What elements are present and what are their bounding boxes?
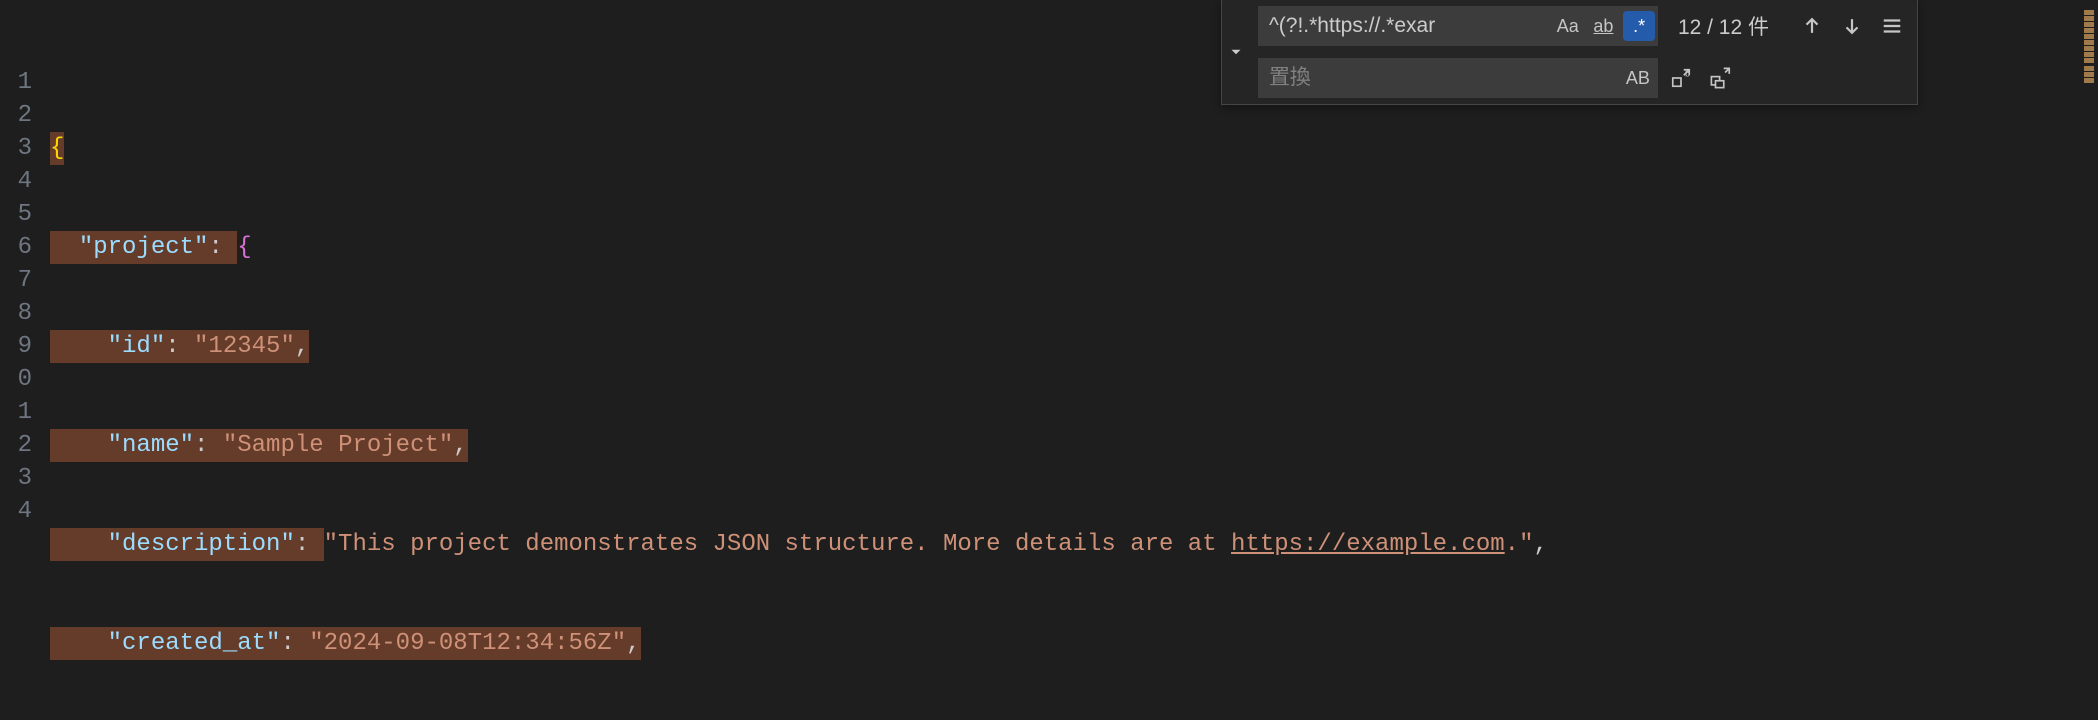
- code-line[interactable]: "description": "This project demonstrate…: [50, 528, 2098, 561]
- replace-input[interactable]: [1259, 66, 1619, 90]
- whole-word-toggle[interactable]: ab: [1588, 11, 1620, 41]
- match-case-toggle[interactable]: Aa: [1552, 11, 1584, 41]
- replace-icon: b: [1670, 67, 1692, 89]
- line-number: 1: [0, 396, 50, 429]
- search-input-container: Aa ab .*: [1258, 6, 1658, 46]
- code-line[interactable]: {: [50, 132, 2098, 165]
- line-number-gutter: 1 2 3 4 5 6 7 8 9 0 1 2 3 4: [0, 0, 50, 720]
- line-number: 1: [0, 66, 50, 99]
- code-line[interactable]: "project": {: [50, 231, 2098, 264]
- find-menu-button[interactable]: [1875, 9, 1909, 43]
- replace-all-icon: [1710, 67, 1732, 89]
- regex-toggle[interactable]: .*: [1623, 11, 1655, 41]
- line-number: 4: [0, 495, 50, 528]
- line-number: 5: [0, 198, 50, 231]
- line-number: 8: [0, 297, 50, 330]
- chevron-down-icon: [1227, 43, 1245, 61]
- scrollbar[interactable]: [2080, 0, 2098, 720]
- code-editor[interactable]: 1 2 3 4 5 6 7 8 9 0 1 2 3 4 { "project":…: [0, 0, 2098, 720]
- search-input[interactable]: [1259, 14, 1550, 38]
- replace-input-container: AB: [1258, 58, 1658, 98]
- code-line[interactable]: "name": "Sample Project",: [50, 429, 2098, 462]
- find-replace-widget: Aa ab .* 12 / 12 件 AB: [1221, 0, 1918, 105]
- line-number: 9: [0, 330, 50, 363]
- replace-one-button[interactable]: b: [1664, 61, 1698, 95]
- line-number: 4: [0, 165, 50, 198]
- line-number: 6: [0, 231, 50, 264]
- replace-all-button[interactable]: [1704, 61, 1738, 95]
- code-line[interactable]: "created_at": "2024-09-08T12:34:56Z",: [50, 627, 2098, 660]
- hamburger-icon: [1881, 15, 1903, 37]
- line-number: 3: [0, 132, 50, 165]
- arrow-down-icon: [1841, 15, 1863, 37]
- toggle-replace-button[interactable]: [1222, 0, 1250, 104]
- previous-match-button[interactable]: [1795, 9, 1829, 43]
- line-number: 2: [0, 429, 50, 462]
- preserve-case-toggle[interactable]: AB: [1621, 63, 1655, 93]
- line-number: 7: [0, 264, 50, 297]
- code-area[interactable]: { "project": { "id": "12345", "name": "S…: [50, 0, 2098, 720]
- code-line[interactable]: "id": "12345",: [50, 330, 2098, 363]
- match-count: 12 / 12 件: [1678, 11, 1769, 41]
- line-number: 2: [0, 99, 50, 132]
- line-number: 3: [0, 462, 50, 495]
- url-link[interactable]: https://example.com: [1231, 531, 1505, 558]
- next-match-button[interactable]: [1835, 9, 1869, 43]
- svg-text:b: b: [1685, 70, 1690, 79]
- arrow-up-icon: [1801, 15, 1823, 37]
- line-number: 0: [0, 363, 50, 396]
